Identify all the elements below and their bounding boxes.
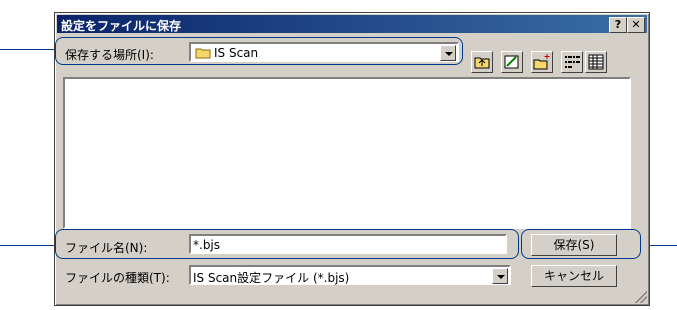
- filetype-label: ファイルの種類(T):: [65, 271, 170, 285]
- close-button[interactable]: ✕: [627, 17, 645, 33]
- save-highlight: [521, 229, 641, 259]
- cancel-button[interactable]: キャンセル: [531, 265, 617, 287]
- list-view-icon[interactable]: [561, 51, 583, 73]
- filetype-value: IS Scan設定ファイル (*.bjs): [193, 271, 350, 285]
- desktop-icon[interactable]: [501, 51, 523, 73]
- new-folder-icon[interactable]: [531, 51, 553, 73]
- location-highlight: [55, 37, 463, 65]
- callout-line-location: [0, 49, 54, 50]
- filename-highlight: [55, 229, 519, 259]
- save-settings-dialog: 設定をファイルに保存 ? ✕ 保存する場所(I): IS Scan ファイル名(…: [54, 12, 650, 306]
- file-list[interactable]: [63, 77, 631, 229]
- callout-line-filename: [0, 245, 54, 246]
- help-button[interactable]: ?: [609, 17, 627, 33]
- dialog-title: 設定をファイルに保存: [61, 19, 182, 33]
- chevron-down-icon[interactable]: [492, 268, 508, 284]
- details-view-icon[interactable]: [585, 51, 607, 73]
- title-bar[interactable]: 設定をファイルに保存 ? ✕: [57, 15, 647, 33]
- resize-grip[interactable]: [635, 291, 647, 303]
- up-folder-icon[interactable]: [471, 51, 493, 73]
- filetype-dropdown[interactable]: IS Scan設定ファイル (*.bjs): [189, 265, 511, 285]
